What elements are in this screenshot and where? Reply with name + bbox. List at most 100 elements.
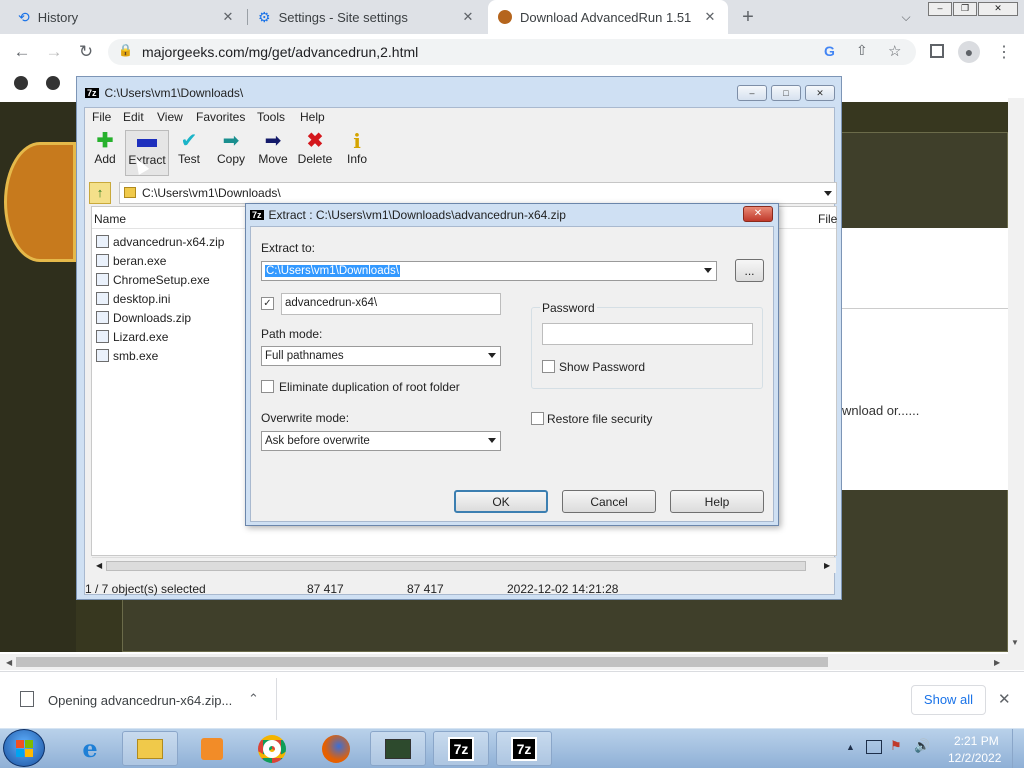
list-item[interactable]: advancedrun-x64.zip xyxy=(96,232,224,251)
clock-date[interactable]: 12/2/2022 xyxy=(948,751,1001,765)
scrollbar-thumb[interactable] xyxy=(16,657,828,667)
menu-favorites[interactable]: Favorites xyxy=(196,110,245,124)
tab-download-advancedrun[interactable]: Download AdvancedRun 1.51 ✕ xyxy=(488,0,728,34)
download-item[interactable]: Opening advancedrun-x64.zip... xyxy=(48,693,232,708)
reload-icon[interactable]: ↻ xyxy=(74,40,98,64)
menu-tools[interactable]: Tools xyxy=(257,110,285,124)
taskbar-ie[interactable]: e xyxy=(62,731,118,766)
taskbar-7zip-2[interactable]: 7z xyxy=(496,731,552,766)
restore-security-checkbox[interactable] xyxy=(531,412,544,425)
extract-to-combobox[interactable]: C:\Users\vm1\Downloads\ xyxy=(261,261,717,281)
help-button[interactable]: Help xyxy=(670,490,764,513)
overwrite-mode-select[interactable]: Ask before overwrite xyxy=(261,431,501,451)
menu-help[interactable]: Help xyxy=(300,110,325,124)
scrollbar-thumb[interactable] xyxy=(106,561,806,571)
menu-edit[interactable]: Edit xyxy=(123,110,144,124)
minimize-button[interactable]: – xyxy=(737,85,767,101)
browse-button[interactable]: ... xyxy=(735,259,764,282)
add-button[interactable]: ✚ Add xyxy=(83,130,127,176)
scroll-left-arrow-icon[interactable]: ◀ xyxy=(6,658,12,667)
dropdown-arrow-icon[interactable] xyxy=(704,268,712,273)
menu-view[interactable]: View xyxy=(157,110,183,124)
overwrite-mode-value: Ask before overwrite xyxy=(265,435,370,447)
taskbar-explorer[interactable] xyxy=(122,731,178,766)
address-bar[interactable]: 🔒 majorgeeks.com/mg/get/advancedrun,2.ht… xyxy=(108,39,916,65)
maximize-button[interactable]: □ xyxy=(771,85,801,101)
show-password-checkbox[interactable] xyxy=(542,360,555,373)
scroll-down-arrow-icon[interactable]: ▼ xyxy=(1011,638,1019,647)
share-icon[interactable]: ⇧ xyxy=(856,42,868,59)
ok-button[interactable]: OK xyxy=(454,490,548,513)
list-item[interactable]: desktop.ini xyxy=(96,289,170,308)
back-arrow-icon[interactable]: ← xyxy=(10,40,34,64)
delete-button[interactable]: ✖ Delete xyxy=(293,130,337,176)
restore-icon[interactable]: ❐ xyxy=(953,2,977,16)
up-folder-icon[interactable]: ↑ xyxy=(89,182,111,204)
dropdown-arrow-icon[interactable] xyxy=(488,353,496,358)
move-button[interactable]: ➡ Move xyxy=(251,130,295,176)
dropdown-arrow-icon[interactable] xyxy=(488,438,496,443)
network-icon[interactable] xyxy=(866,740,882,754)
action-center-icon[interactable]: ⚑ xyxy=(890,738,902,754)
tab-search-chevron-icon[interactable]: ⌵ xyxy=(894,5,918,29)
bookmark-globe-icon[interactable] xyxy=(46,76,60,90)
taskbar-media-player[interactable] xyxy=(184,731,240,766)
close-icon[interactable]: ✕ xyxy=(220,9,236,25)
column-file[interactable]: File xyxy=(818,212,837,226)
chevron-up-icon[interactable]: ⌃ xyxy=(248,691,259,707)
close-icon[interactable]: ✕ xyxy=(460,9,476,25)
tab-settings[interactable]: ⚙ Settings - Site settings ✕ xyxy=(248,0,486,34)
scroll-left-arrow-icon[interactable]: ◀ xyxy=(96,561,102,570)
list-item[interactable]: ChromeSetup.exe xyxy=(96,270,210,289)
taskbar-chrome[interactable] xyxy=(244,731,300,766)
arrow-right-icon: ➡ xyxy=(222,130,240,152)
subfolder-checkbox[interactable]: ✓ xyxy=(261,297,274,310)
info-button[interactable]: i Info xyxy=(335,130,379,176)
close-button[interactable]: ✕ xyxy=(805,85,835,101)
show-desktop-button[interactable] xyxy=(1012,729,1024,768)
dropdown-arrow-icon[interactable] xyxy=(824,191,832,196)
start-button[interactable] xyxy=(3,729,45,767)
tab-history[interactable]: ⟲ History ✕ xyxy=(8,0,246,34)
list-item[interactable]: smb.exe xyxy=(96,346,158,365)
menu-dots-icon[interactable]: ⋮ xyxy=(996,42,1012,62)
close-icon[interactable]: ✕ xyxy=(702,9,718,25)
google-icon[interactable]: G xyxy=(824,43,835,59)
bookmark-globe-icon[interactable] xyxy=(14,76,28,90)
star-icon[interactable]: ☆ xyxy=(888,42,901,60)
forward-arrow-icon[interactable]: → xyxy=(42,40,66,64)
close-icon[interactable]: ✕ xyxy=(998,690,1011,708)
cancel-button[interactable]: Cancel xyxy=(562,490,656,513)
path-combobox[interactable]: C:\Users\vm1\Downloads\ xyxy=(119,182,837,204)
scroll-right-arrow-icon[interactable]: ▶ xyxy=(824,561,830,570)
page-vertical-scrollbar[interactable]: ▼ xyxy=(1008,98,1024,654)
show-all-button[interactable]: Show all xyxy=(911,685,986,715)
list-item[interactable]: Downloads.zip xyxy=(96,308,191,327)
scroll-right-arrow-icon[interactable]: ▶ xyxy=(994,658,1000,667)
path-mode-select[interactable]: Full pathnames xyxy=(261,346,501,366)
list-horizontal-scrollbar[interactable]: ◀ ▶ xyxy=(92,557,836,573)
page-horizontal-scrollbar[interactable]: ◀ ▶ xyxy=(0,654,1024,670)
list-item[interactable]: Lizard.exe xyxy=(96,327,168,346)
clock-time[interactable]: 2:21 PM xyxy=(954,734,999,748)
test-button[interactable]: ✔ Test xyxy=(167,130,211,176)
password-field[interactable] xyxy=(542,323,753,345)
copy-button[interactable]: ➡ Copy xyxy=(209,130,253,176)
eliminate-duplication-checkbox[interactable] xyxy=(261,380,274,393)
divider xyxy=(842,308,1008,309)
side-panel-icon[interactable] xyxy=(930,44,944,58)
minimize-icon[interactable]: – xyxy=(928,2,952,16)
list-item[interactable]: beran.exe xyxy=(96,251,166,270)
tray-expand-icon[interactable]: ▲ xyxy=(846,742,855,752)
volume-icon[interactable]: 🔊 xyxy=(914,738,930,754)
subfolder-input[interactable]: advancedrun-x64\ xyxy=(281,293,501,315)
menu-file[interactable]: File xyxy=(92,110,111,124)
taskbar-7zip-1[interactable]: 7z xyxy=(433,731,489,766)
profile-icon[interactable]: ● xyxy=(958,41,980,63)
new-tab-plus-icon[interactable]: + xyxy=(736,5,760,29)
taskbar-cmd[interactable] xyxy=(370,731,426,766)
dialog-close-button[interactable]: ✕ xyxy=(743,206,773,222)
taskbar-firefox[interactable] xyxy=(308,731,364,766)
column-name[interactable]: Name xyxy=(94,212,126,226)
close-window-icon[interactable]: ✕ xyxy=(978,2,1018,16)
